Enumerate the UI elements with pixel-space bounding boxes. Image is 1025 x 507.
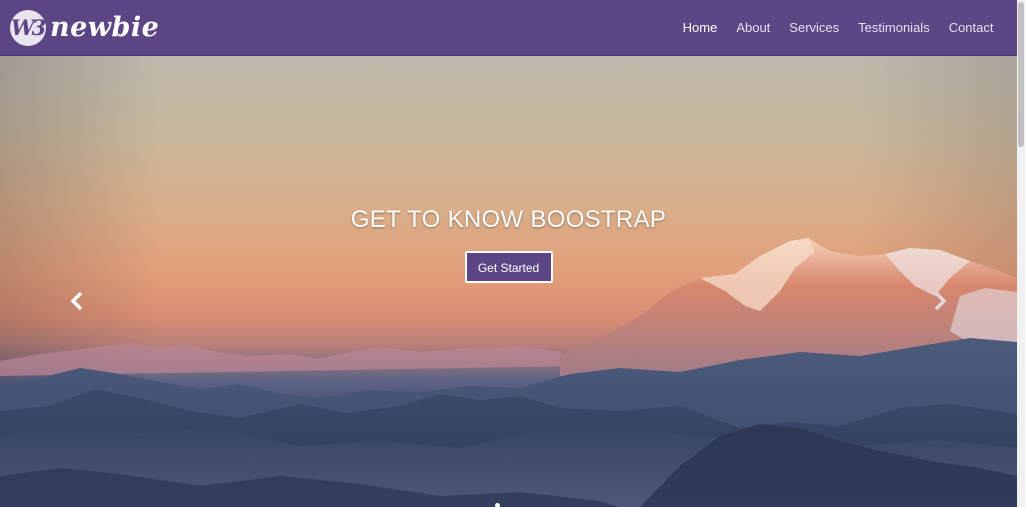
nav-item-testimonials[interactable]: Testimonials — [849, 20, 940, 35]
hero-title: GET TO KNOW BOOSTRAP — [350, 206, 667, 233]
carousel-indicator[interactable] — [495, 503, 500, 507]
nav-menu: Home About Services Testimonials Contact — [673, 0, 1003, 55]
nav-item-about[interactable]: About — [727, 20, 780, 35]
nav-item-contact[interactable]: Contact — [939, 20, 1003, 35]
nav-item-services[interactable]: Services — [780, 20, 849, 35]
brand-name: newbie — [50, 12, 160, 43]
page: W3 newbie Home About Services Testimonia… — [0, 0, 1025, 507]
brand-link[interactable]: W3 newbie — [10, 10, 159, 46]
carousel-prev-button[interactable] — [63, 286, 93, 316]
hero-caption: GET TO KNOW BOOSTRAP Get Started — [0, 206, 1017, 283]
scrollbar-thumb[interactable] — [1018, 2, 1024, 147]
chevron-right-icon — [934, 292, 947, 310]
brand-logo-icon: W3 — [10, 10, 46, 46]
get-started-button[interactable]: Get Started — [464, 251, 553, 283]
navbar: W3 newbie Home About Services Testimonia… — [0, 0, 1017, 56]
hero-carousel: GET TO KNOW BOOSTRAP Get Started — [0, 56, 1017, 507]
page-scrollbar[interactable] — [1017, 0, 1025, 507]
nav-item-home[interactable]: Home — [673, 20, 727, 35]
brand-logo-text: W3 — [11, 15, 46, 40]
carousel-next-button[interactable] — [924, 286, 954, 316]
chevron-left-icon — [70, 292, 83, 310]
